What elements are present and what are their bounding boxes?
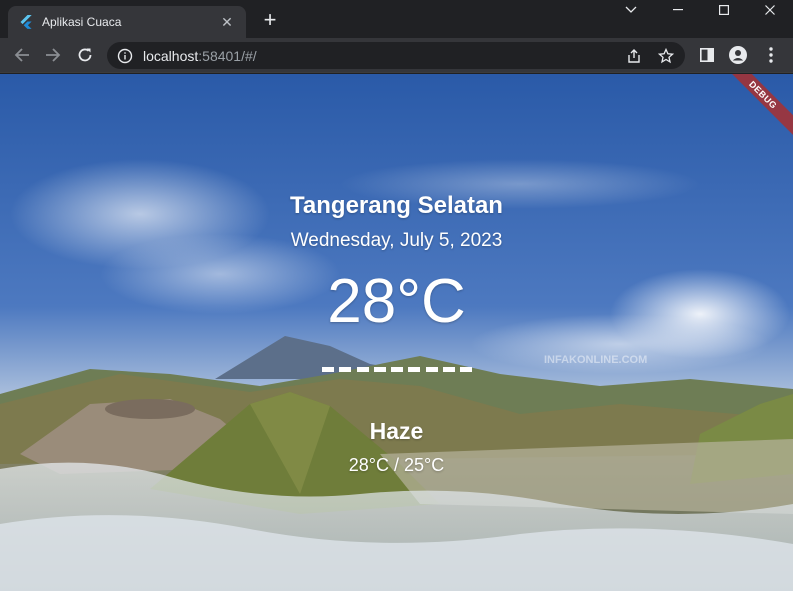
info-icon[interactable]	[117, 48, 133, 64]
current-date: Wednesday, July 5, 2023	[290, 230, 503, 251]
divider-dash	[339, 367, 352, 372]
divider-dash	[373, 367, 386, 372]
weather-condition: Haze	[369, 418, 424, 444]
browser-toolbar: localhost:58401/#/	[0, 38, 793, 73]
url-path: :58401/#/	[198, 47, 257, 64]
divider-dash	[408, 367, 421, 372]
reload-icon[interactable]	[73, 43, 97, 67]
forward-arrow-icon[interactable]	[41, 43, 65, 67]
browser-tab[interactable]: Aplikasi Cuaca ✕	[8, 6, 246, 38]
app-viewport: INFAKONLINE.COM DEBUG Tangerang Selatan …	[0, 74, 793, 591]
close-window-icon[interactable]	[747, 0, 793, 20]
divider-dash	[356, 367, 369, 372]
url-host: localhost	[143, 47, 199, 64]
kebab-menu-icon[interactable]	[762, 46, 780, 64]
share-icon[interactable]	[625, 47, 643, 65]
back-arrow-icon[interactable]	[10, 43, 34, 67]
city-name: Tangerang Selatan	[290, 192, 503, 219]
divider-dash	[442, 367, 455, 372]
divider-dash	[425, 367, 438, 372]
tab-strip: Aplikasi Cuaca ✕ +	[0, 0, 793, 38]
divider-dash	[460, 367, 472, 372]
close-tab-icon[interactable]: ✕	[218, 13, 236, 31]
dashed-divider	[322, 367, 472, 372]
temperature-range: 28°C / 25°C	[348, 455, 445, 475]
current-temperature: 28°C	[327, 267, 466, 336]
maximize-icon[interactable]	[701, 0, 747, 20]
minimize-icon[interactable]	[655, 0, 701, 20]
divider-dash	[391, 367, 403, 372]
profile-icon[interactable]	[729, 46, 747, 64]
new-tab-button[interactable]: +	[258, 9, 282, 33]
star-icon[interactable]	[657, 47, 675, 65]
tab-title: Aplikasi Cuaca	[42, 15, 122, 29]
side-panel-icon[interactable]	[698, 46, 716, 64]
tab-search-icon[interactable]	[608, 0, 654, 20]
image-watermark: INFAKONLINE.COM	[544, 354, 648, 366]
flutter-icon	[20, 15, 32, 29]
divider-dash	[322, 367, 334, 372]
address-bar[interactable]: localhost:58401/#/	[107, 42, 685, 69]
